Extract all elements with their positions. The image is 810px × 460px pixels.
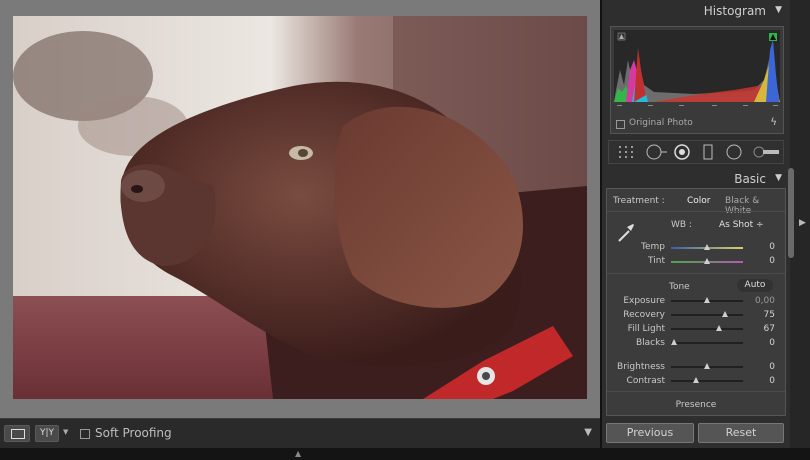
white-balance-selector-icon[interactable] [615, 221, 637, 243]
basic-title: Basic [734, 172, 766, 186]
tone-label: Tone [669, 282, 690, 292]
presence-label: Presence [675, 400, 717, 410]
histogram-header[interactable]: Histogram ▼ [602, 0, 790, 22]
histogram-plot [614, 30, 780, 102]
recovery-value[interactable]: 75 [747, 310, 775, 320]
soft-proofing-checkbox[interactable] [80, 429, 90, 439]
panel-scrollbar-thumb[interactable] [788, 168, 794, 258]
temp-slider[interactable] [671, 244, 743, 250]
wb-label: WB : [671, 220, 692, 230]
adjustment-brush-icon[interactable] [753, 144, 781, 160]
exposure-slider[interactable] [671, 297, 743, 303]
basic-panel: Treatment : Color Black & White WB : As … [606, 188, 786, 416]
filmstrip-toggle-strip: ▲ [0, 448, 810, 460]
basic-header[interactable]: Basic ▼ [602, 168, 790, 190]
photo-canvas [0, 0, 600, 418]
radial-filter-icon[interactable] [725, 144, 743, 160]
histogram-ticks [617, 105, 778, 111]
flash-icon: ϟ [770, 117, 777, 128]
recovery-label: Recovery [623, 310, 665, 320]
previous-button[interactable]: Previous [606, 423, 694, 443]
graduated-filter-icon[interactable] [701, 144, 715, 160]
blacks-slider[interactable] [671, 339, 743, 345]
original-photo-checkbox[interactable] [616, 120, 625, 129]
treatment-label: Treatment : [613, 196, 665, 206]
develop-right-panel: Histogram ▼ Original Photo ϟ Basic ▼ Tre… [600, 0, 790, 448]
tool-strip [608, 140, 784, 164]
lightroom-develop-window: Y|Y ▼ Soft Proofing ▼ ▲ Histogram ▼ Orig… [0, 0, 810, 460]
original-photo-label: Original Photo [629, 118, 693, 128]
tint-slider[interactable] [671, 258, 743, 264]
tint-value[interactable]: 0 [747, 256, 775, 266]
photo-image[interactable] [13, 16, 587, 399]
tint-label: Tint [648, 256, 665, 266]
treatment-color-option[interactable]: Color [687, 196, 711, 206]
histogram-panel: Original Photo ϟ [610, 26, 784, 134]
dog-photo [13, 16, 587, 399]
fill-light-value[interactable]: 67 [747, 324, 775, 334]
histogram-graph [614, 32, 780, 102]
exposure-value[interactable]: 0,00 [747, 296, 775, 306]
contrast-label: Contrast [626, 376, 665, 386]
red-eye-icon[interactable] [673, 144, 691, 160]
toolbar-options-caret-icon[interactable]: ▼ [584, 427, 592, 438]
collapse-triangle-icon[interactable]: ▼ [775, 173, 782, 183]
auto-tone-button[interactable]: Auto [737, 279, 773, 292]
temp-value[interactable]: 0 [747, 242, 775, 252]
blacks-label: Blacks [635, 338, 665, 348]
contrast-slider[interactable] [671, 377, 743, 383]
blacks-value[interactable]: 0 [747, 338, 775, 348]
panel-collapse-arrow-icon[interactable]: ▶ [799, 218, 806, 228]
spot-removal-icon[interactable] [645, 144, 669, 160]
bottom-toolbar: Y|Y ▼ Soft Proofing ▼ [0, 418, 600, 448]
before-after-button[interactable]: Y|Y [35, 425, 59, 442]
wb-preset-select[interactable]: As Shot ÷ [719, 220, 764, 230]
brightness-slider[interactable] [671, 363, 743, 369]
view-options-caret-icon[interactable]: ▼ [63, 428, 68, 436]
brightness-value[interactable]: 0 [747, 362, 775, 372]
exposure-label: Exposure [623, 296, 665, 306]
loupe-view-button[interactable] [4, 425, 30, 442]
crop-overlay-icon[interactable] [617, 144, 635, 160]
recovery-slider[interactable] [671, 311, 743, 317]
fill-light-label: Fill Light [627, 324, 665, 334]
show-filmstrip-arrow-icon[interactable]: ▲ [295, 449, 301, 458]
soft-proofing-label: Soft Proofing [95, 426, 172, 440]
contrast-value[interactable]: 0 [747, 376, 775, 386]
temp-label: Temp [641, 242, 665, 252]
brightness-label: Brightness [617, 362, 665, 372]
reset-button[interactable]: Reset [698, 423, 784, 443]
collapse-triangle-icon[interactable]: ▼ [775, 5, 782, 15]
treatment-bw-option[interactable]: Black & White [725, 196, 785, 216]
fill-light-slider[interactable] [671, 325, 743, 331]
histogram-title: Histogram [703, 4, 766, 18]
